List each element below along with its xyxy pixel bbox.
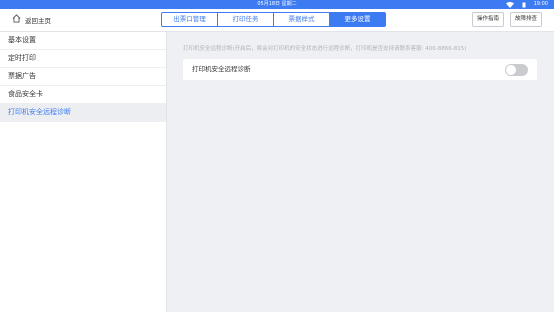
home-button[interactable]: 返回主页 xyxy=(12,14,51,25)
main-content: 打印机安全远程诊断(开启后，将会对打印机的安全状态进行远程诊断，打印机是否支持请… xyxy=(167,32,554,312)
remote-diagnosis-toggle[interactable] xyxy=(505,64,528,76)
tab-more-settings[interactable]: 更多设置 xyxy=(329,12,386,27)
guide-button[interactable]: 操作指南 xyxy=(472,12,504,27)
wifi-icon xyxy=(505,1,514,8)
sidebar-item-basic-settings[interactable]: 基本设置 xyxy=(0,32,166,50)
setting-card: 打印机安全远程诊断 xyxy=(183,59,537,80)
top-bar: 返回主页 出票口管理 打印任务 票据样式 更多设置 操作指南 故障排查 xyxy=(0,9,554,32)
sidebar-item-remote-diagnosis[interactable]: 打印机安全远程诊断 xyxy=(0,104,166,122)
setting-description: 打印机安全远程诊断(开启后，将会对打印机的安全状态进行远程诊断，打印机是否支持请… xyxy=(183,46,467,52)
tab-receipt-style[interactable]: 票据样式 xyxy=(273,12,330,27)
battery-icon xyxy=(522,2,526,8)
status-bar: 05月18日 星期二 19:00 xyxy=(0,0,554,9)
home-label: 返回主页 xyxy=(25,16,51,25)
tab-ticket-outlet[interactable]: 出票口管理 xyxy=(161,12,218,27)
sidebar-item-scheduled-print[interactable]: 定时打印 xyxy=(0,50,166,68)
home-icon xyxy=(12,14,21,25)
status-time: 19:00 xyxy=(533,1,548,7)
tab-print-tasks[interactable]: 打印任务 xyxy=(217,12,274,27)
toggle-knob xyxy=(506,65,516,75)
top-tabs: 出票口管理 打印任务 票据样式 更多设置 xyxy=(161,12,386,27)
sidebar-item-food-safety-card[interactable]: 食品安全卡 xyxy=(0,86,166,104)
setting-label: 打印机安全远程诊断 xyxy=(192,65,251,73)
sidebar: 基本设置 定时打印 票据广告 食品安全卡 打印机安全远程诊断 xyxy=(0,32,167,312)
status-date: 05月18日 星期二 xyxy=(257,1,297,7)
sidebar-item-receipt-ads[interactable]: 票据广告 xyxy=(0,68,166,86)
troubleshoot-button[interactable]: 故障排查 xyxy=(510,12,542,27)
